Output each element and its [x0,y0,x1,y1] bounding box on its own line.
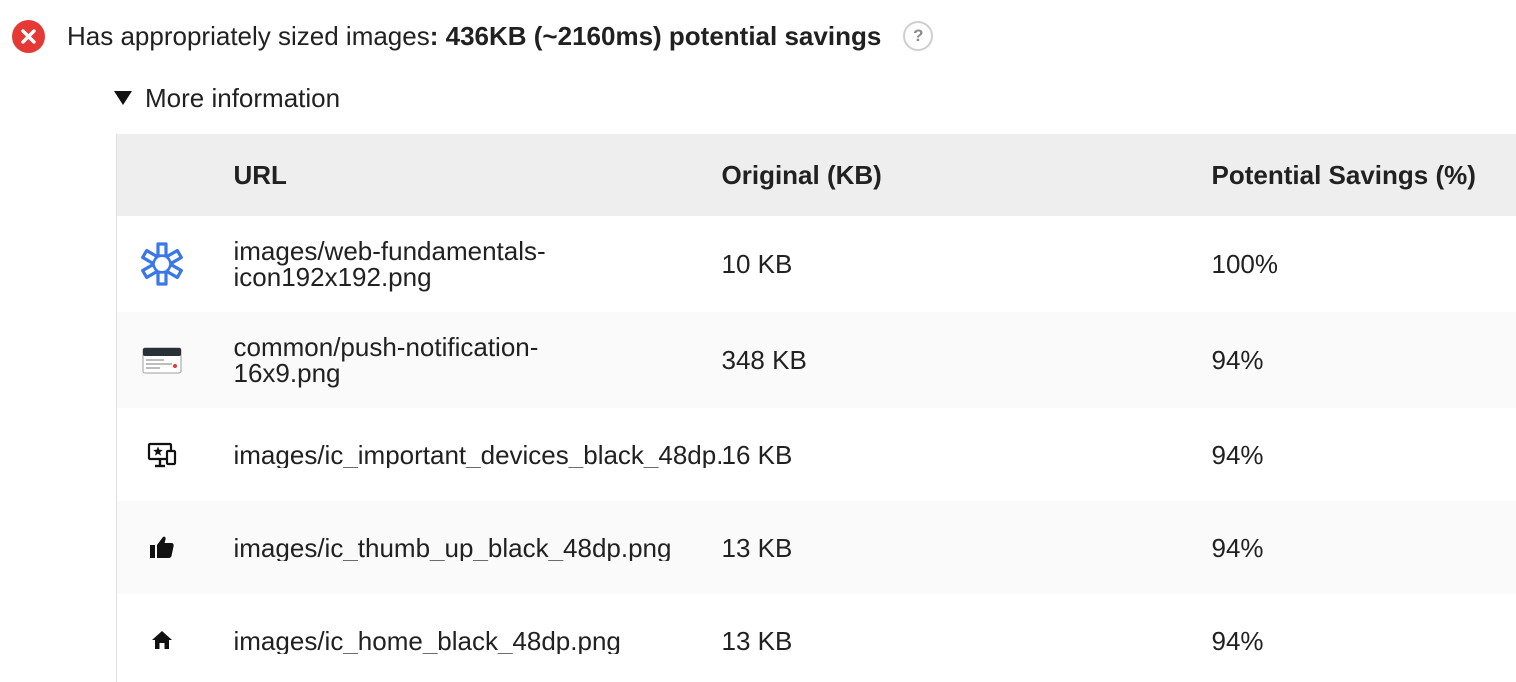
audit-title: Has appropriately sized images: 436KB (~… [67,19,881,53]
row-url-cell: images/ic_important_devices_black_48dp.p… [234,408,722,501]
row-potential-savings: 94% [1211,625,1264,656]
important-devices-icon [147,442,177,467]
details-table: URL Original (KB) Potential Savings (%) [116,134,1516,682]
table-header-row: URL Original (KB) Potential Savings (%) [116,134,1516,216]
row-original-size: 10 KB [721,249,793,279]
row-original-size: 13 KB [721,625,793,656]
row-potential-savings: 94% [1211,532,1264,563]
row-thumbnail-cell [117,216,234,312]
table-row: common/push-notification- 16x9.png 348 KB… [116,312,1516,408]
table-row: images/web-fundamentals-icon192x192.png … [116,216,1516,312]
audit-title-text: Has appropriately sized images [67,21,430,51]
row-url-cell: common/push-notification- 16x9.png [234,312,722,408]
row-original-size: 16 KB [721,439,793,470]
audit-page: Has appropriately sized images: 436KB (~… [0,0,1516,682]
header-url: URL [233,159,287,190]
row-potential-savings: 94% [1211,345,1264,375]
audit-header: Has appropriately sized images: 436KB (~… [12,19,934,53]
home-icon [152,630,172,649]
more-information-toggle[interactable]: More information [114,81,340,115]
help-label: ? [913,26,924,45]
row-url-line2: 16x9.png [233,358,341,388]
header-potential-savings: Potential Savings (%) [1211,159,1476,190]
row-url: common/push-notification- 16x9.png [234,334,722,386]
table-row: images/ic_important_devices_black_48dp.p… [116,408,1516,501]
help-question-icon[interactable]: ? [903,21,934,51]
row-thumbnail-cell [117,312,234,408]
push-notification-screenshot-icon [142,347,182,374]
row-url: images/ic_important_devices_black_48dp.p… [233,441,722,468]
row-original-size: 13 KB [721,532,793,563]
row-thumbnail-cell [117,501,234,594]
row-url: images/ic_thumb_up_black_48dp.png [233,534,672,561]
error-circle-x-icon [12,19,45,53]
more-information-label: More information [145,83,341,113]
table-row: images/ic_home_black_48dp.png 13 KB 94% [116,594,1516,682]
row-potential-savings: 100% [1211,249,1279,279]
web-fundamentals-asterisk-icon [141,242,183,286]
row-url-cell: images/ic_thumb_up_black_48dp.png [234,501,722,594]
row-url-cell: images/ic_home_black_48dp.png [234,594,722,682]
thumb-up-icon [150,536,174,558]
row-original-size: 348 KB [721,345,807,375]
row-url: images/ic_home_black_48dp.png [233,627,621,654]
row-url: images/web-fundamentals-icon192x192.png [234,238,722,290]
triangle-down-icon [114,91,132,105]
header-icon [117,134,234,216]
audit-savings-value: : 436KB (~2160ms) potential savings [429,21,882,51]
row-potential-savings: 94% [1211,439,1264,470]
header-original: Original (KB) [721,159,882,190]
row-thumbnail-cell [117,408,234,501]
row-url-line2: icon192x192.png [233,262,432,292]
row-thumbnail-cell [117,594,234,682]
table-row: images/ic_thumb_up_black_48dp.png 13 KB … [116,501,1516,594]
row-url-cell: images/web-fundamentals-icon192x192.png [234,216,722,312]
